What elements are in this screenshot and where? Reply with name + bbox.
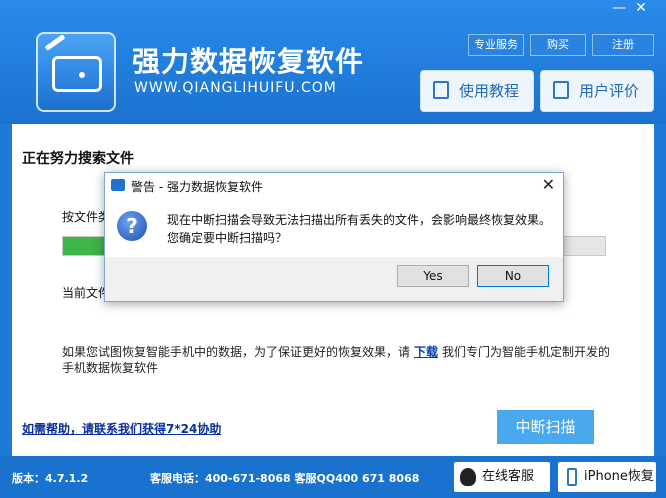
section-title: 正在努力搜索文件 <box>22 151 134 167</box>
app-title: 强力数据恢复软件 <box>132 45 365 78</box>
dialog-message: 现在中断扫描会导致无法扫描出所有丢失的文件，会影响最终恢复效果。 您确定要中断扫… <box>167 213 552 245</box>
no-button[interactable]: No <box>477 265 549 287</box>
yes-button[interactable]: Yes <box>397 265 469 287</box>
dialog-title: 警告 - 强力数据恢复软件 <box>131 180 263 194</box>
by-file-type-label: 按文件类 <box>62 210 111 224</box>
close-button[interactable]: ✕ <box>630 0 652 16</box>
iphone-recovery-button[interactable]: iPhone恢复 <box>558 462 656 492</box>
user-review-button[interactable]: 用户评价 <box>540 70 654 112</box>
warning-dialog: 警告 - 强力数据恢复软件 ✕ ? 现在中断扫描会导致无法扫描出所有丢失的文件，… <box>104 172 564 302</box>
smartphone-info: 如果您试图恢复智能手机中的数据，为了保证更好的恢复效果，请 下载 我们专门为智能手机… <box>62 345 611 375</box>
comment-icon <box>553 81 569 99</box>
phone-icon <box>567 468 577 486</box>
app-url: WWW.QIANGLIHUIFU.COM <box>134 80 337 96</box>
document-icon <box>433 81 449 99</box>
version-text: 版本：4.7.1.2 <box>12 472 89 485</box>
current-file-label: 当前文件 <box>62 286 111 300</box>
tutorial-button[interactable]: 使用教程 <box>420 70 534 112</box>
hard-drive-icon <box>52 56 102 92</box>
question-icon: ? <box>117 211 147 241</box>
help-link[interactable]: 如需帮助，请联系我们获得7*24协助 <box>22 420 221 437</box>
buy-link[interactable]: 购买 <box>530 34 586 56</box>
register-link[interactable]: 注册 <box>592 34 654 56</box>
online-support-button[interactable]: 在线客服 <box>454 462 550 492</box>
dialog-button-bar: Yes No <box>105 257 563 301</box>
dialog-titlebar: 警告 - 强力数据恢复软件 ✕ <box>105 173 563 199</box>
app-icon <box>111 179 125 191</box>
qq-penguin-icon <box>460 468 476 486</box>
app-logo <box>36 32 116 112</box>
dialog-close-icon[interactable]: ✕ <box>542 175 555 194</box>
support-phone-text: 客服电话：400-671-8068 客服QQ400 671 8068 <box>150 472 420 485</box>
stop-scan-button[interactable]: 中断扫描 <box>497 410 594 444</box>
download-link[interactable]: 下载 <box>414 345 438 359</box>
pro-service-link[interactable]: 专业服务 <box>468 34 524 56</box>
minimize-button[interactable]: — <box>608 0 630 16</box>
footer: 版本：4.7.1.2 客服电话：400-671-8068 客服QQ400 671… <box>0 456 666 498</box>
app-header: 强力数据恢复软件 WWW.QIANGLIHUIFU.COM — ✕ 专业服务 购… <box>0 0 666 124</box>
wrench-icon <box>44 34 66 51</box>
